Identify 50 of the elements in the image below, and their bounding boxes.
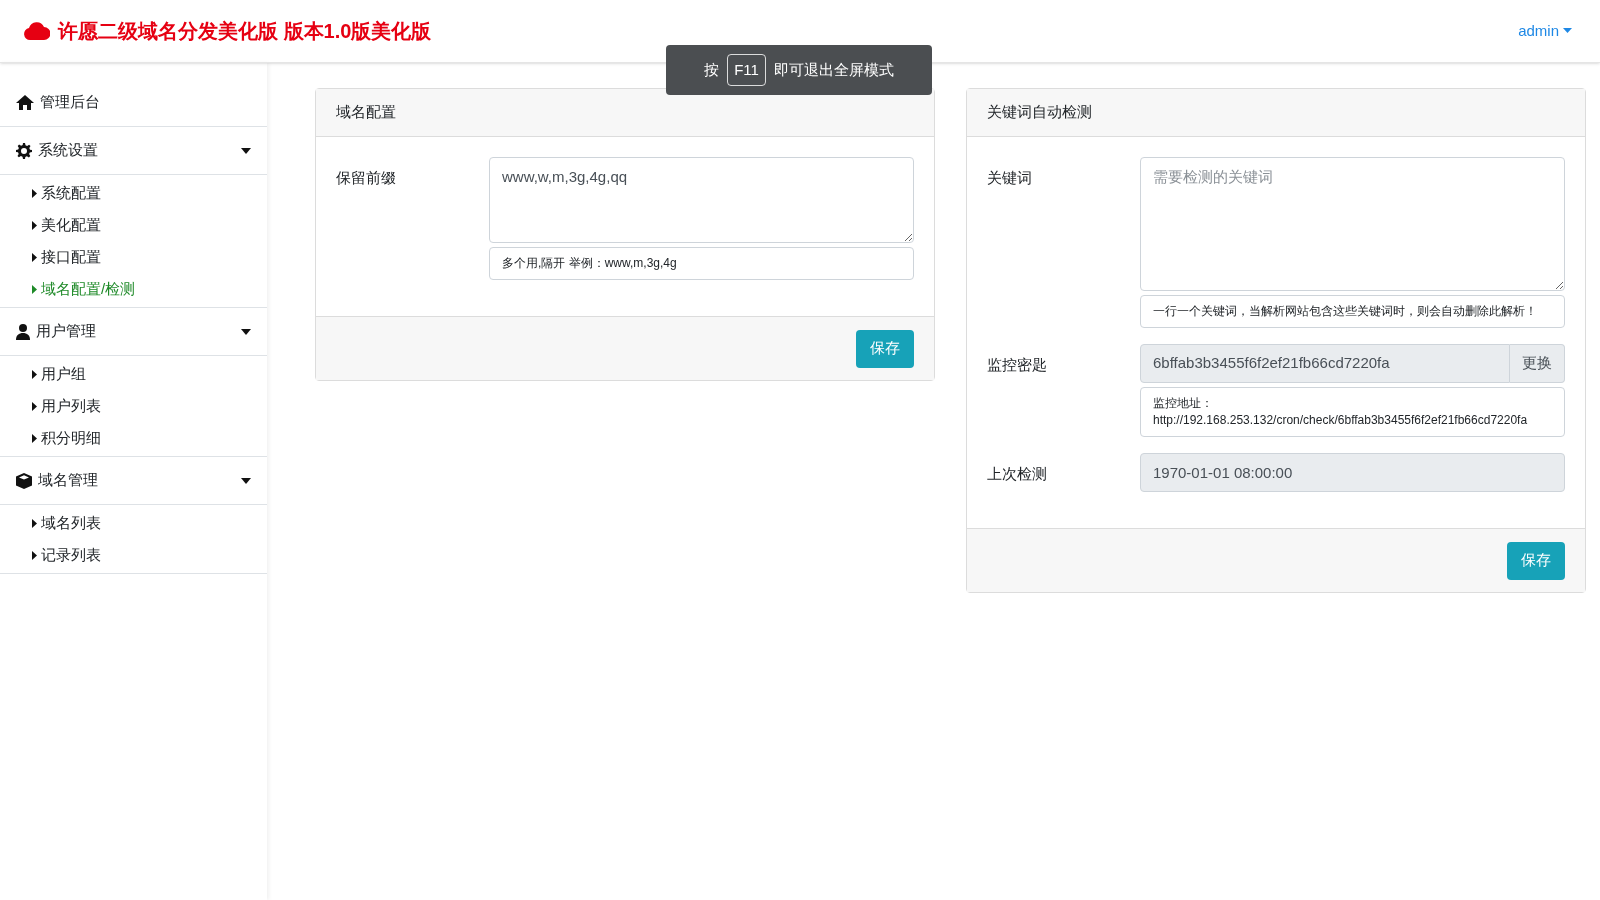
sidebar-item[interactable]: 管理后台 (0, 79, 267, 127)
cube-icon (16, 472, 32, 489)
sidebar-subitem[interactable]: 域名配置/检测 (0, 273, 267, 305)
notice-text: 按 (704, 59, 720, 80)
sidebar-item[interactable]: 域名管理 (0, 457, 267, 505)
sidebar-subitem[interactable]: 用户列表 (0, 390, 267, 422)
sidebar-subitem[interactable]: 接口配置 (0, 241, 267, 273)
caret-icon (32, 518, 37, 528)
sidebar-item[interactable]: 用户管理 (0, 308, 267, 356)
sidebar-subitem[interactable]: 记录列表 (0, 539, 267, 571)
notice-text: 即可退出全屏模式 (773, 59, 894, 80)
caret-icon (241, 328, 251, 335)
field-label: 监控密匙 (987, 355, 1048, 375)
input-field[interactable]: 6bffab3b3455f6f2ef21fb66cd7220fa (1140, 344, 1510, 383)
caret-icon (32, 401, 37, 411)
caret-icon (32, 220, 37, 230)
text-area[interactable]: www,w,m,3g,4g,qq (489, 157, 914, 243)
settings-icon (16, 142, 32, 159)
sidebar-subitem[interactable]: 积分明细 (0, 422, 267, 454)
app-title: 许愿二级域名分发美化版 版本1.0版美化版 (58, 19, 432, 44)
caret-icon (1563, 28, 1572, 34)
key-label: F11 (727, 53, 766, 87)
sidebar-subitem[interactable]: 用户组 (0, 358, 267, 390)
text-area[interactable]: 需要检测的关键词 (1140, 157, 1565, 291)
sidebar-subitem[interactable]: 域名列表 (0, 507, 267, 539)
caret-icon (32, 252, 37, 262)
caret-icon (32, 188, 37, 198)
card-title: 域名配置 (336, 102, 396, 123)
caret-icon (32, 284, 37, 294)
help-text: 多个用,隔开 举例：www,m,3g,4g (489, 247, 914, 280)
user-menu[interactable]: admin (1518, 19, 1572, 43)
caret-icon (32, 369, 37, 379)
caret-icon (32, 433, 37, 443)
change-button[interactable]: 更换 (1510, 344, 1565, 383)
help-text: 一行一个关键词，当解析网站包含这些关键词时，则会自动删除此解析！ (1140, 295, 1565, 328)
sidebar-item[interactable]: 系统设置 (0, 127, 267, 175)
help-text: 监控地址： http://192.168.253.132/cron/check/6bffab3b3455f6f2ef21fb66cd7220fa (1140, 387, 1565, 437)
sidebar-subitem[interactable]: 系统配置 (0, 177, 267, 209)
input-field[interactable]: 1970-01-01 08:00:00 (1140, 453, 1565, 492)
card-title: 关键词自动检测 (987, 102, 1092, 123)
field-label: 关键词 (987, 168, 1033, 188)
sidebar-subitem[interactable]: 美化配置 (0, 209, 267, 241)
caret-icon (32, 550, 37, 560)
caret-icon (241, 477, 251, 484)
user-icon (16, 323, 30, 340)
field-label: 保留前缀 (336, 168, 397, 188)
caret-icon (241, 147, 251, 154)
field-label: 上次检测 (987, 464, 1048, 484)
home-icon (16, 95, 34, 110)
cloud-icon (24, 22, 50, 40)
